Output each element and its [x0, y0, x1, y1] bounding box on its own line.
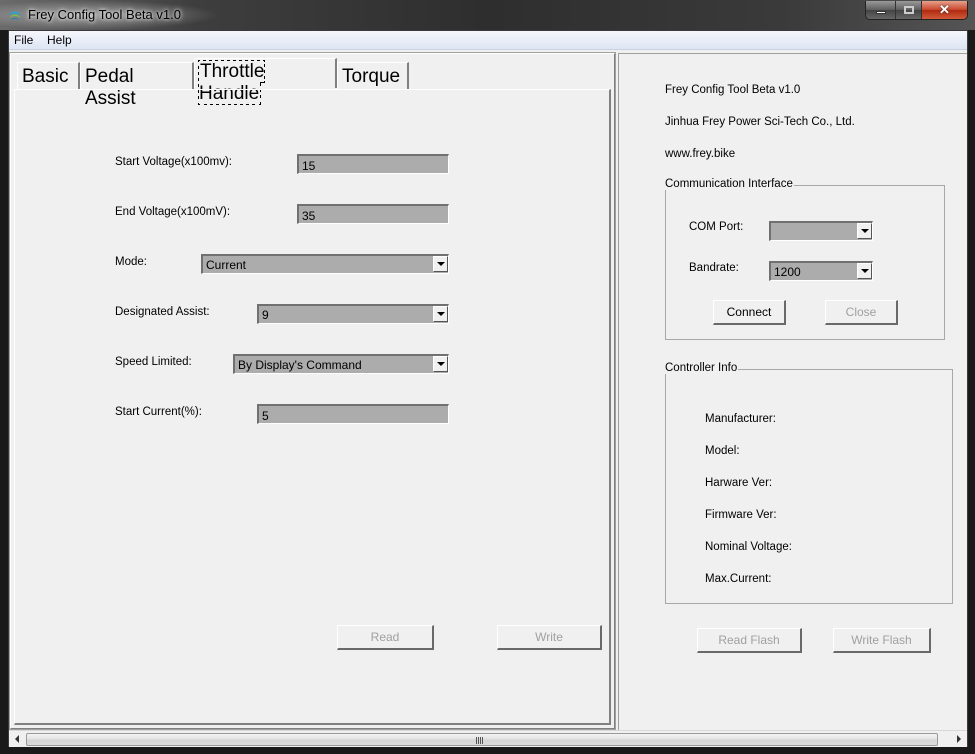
menu-file[interactable]: File — [14, 33, 33, 47]
tab-torque[interactable]: Torque — [337, 62, 409, 90]
com-port-dropdown-button[interactable] — [857, 223, 872, 239]
close-connection-button[interactable]: Close — [825, 300, 898, 325]
baudrate-select[interactable]: 1200 — [769, 261, 873, 281]
chevron-down-icon — [860, 269, 869, 273]
title-bar[interactable]: Frey Config Tool Beta v1.0 ✕ — [0, 0, 975, 30]
controller-info-title: Controller Info — [665, 362, 739, 374]
baudrate-label: Bandrate: — [689, 262, 739, 274]
window-controls: ✕ — [865, 1, 968, 20]
write-button[interactable]: Write — [497, 625, 602, 650]
right-panel: Frey Config Tool Beta v1.0 Jinhua Frey P… — [618, 53, 967, 731]
speed-limited-dropdown-button[interactable] — [433, 356, 448, 372]
menu-bar: File Help — [9, 31, 967, 50]
chevron-down-icon — [860, 229, 869, 233]
end-voltage-label: End Voltage(x100mV): — [115, 206, 231, 218]
model-label: Model: — [705, 445, 740, 457]
tab-pedal-assist[interactable]: Pedal Assist — [80, 62, 194, 109]
mode-dropdown-button[interactable] — [433, 256, 448, 272]
window-client: File Help Basic Pedal Assist Throttle Ha… — [8, 30, 968, 747]
mode-value: Current — [206, 258, 247, 272]
nominal-voltage-label: Nominal Voltage: — [705, 541, 792, 553]
menu-help[interactable]: Help — [47, 33, 72, 47]
horizontal-scrollbar[interactable] — [9, 730, 967, 747]
com-port-label: COM Port: — [689, 221, 744, 233]
mode-select[interactable]: Current — [201, 254, 449, 274]
close-icon: ✕ — [939, 2, 950, 17]
app-name-text: Frey Config Tool Beta v1.0 — [665, 84, 801, 96]
tab-throttle-handle[interactable]: Throttle Handle — [194, 58, 337, 105]
grip-icon — [476, 737, 483, 744]
maximize-button[interactable] — [895, 1, 921, 19]
app-logo-icon — [8, 11, 22, 20]
designated-assist-label: Designated Assist: — [115, 306, 210, 318]
designated-assist-select[interactable]: 9 — [257, 304, 449, 324]
start-current-input[interactable]: 5 — [257, 404, 449, 424]
throttle-handle-page: Start Voltage(x100mv): 15 End Voltage(x1… — [14, 89, 611, 725]
start-voltage-input[interactable]: 15 — [297, 154, 449, 174]
left-panel: Basic Pedal Assist Throttle Handle Torqu… — [9, 52, 616, 730]
chevron-down-icon — [436, 262, 445, 266]
read-flash-button[interactable]: Read Flash — [697, 628, 802, 653]
scroll-right-arrow-icon[interactable] — [957, 735, 961, 743]
hardware-ver-label: Harware Ver: — [705, 477, 773, 489]
speed-limited-value: By Display's Command — [238, 358, 362, 372]
connect-button[interactable]: Connect — [713, 300, 786, 325]
tab-basic[interactable]: Basic — [17, 62, 80, 90]
designated-assist-value: 9 — [262, 308, 269, 322]
maximize-icon — [903, 6, 914, 14]
speed-limited-label: Speed Limited: — [115, 356, 192, 368]
manufacturer-label: Manufacturer: — [705, 413, 776, 425]
communication-interface-group: Communication Interface COM Port: Bandra… — [665, 178, 945, 340]
scroll-left-arrow-icon[interactable] — [15, 735, 19, 743]
scrollbar-thumb[interactable] — [26, 733, 938, 746]
chevron-down-icon — [436, 312, 445, 316]
minimize-icon — [875, 11, 886, 14]
communication-interface-title: Communication Interface — [665, 178, 794, 190]
website-text: www.frey.bike — [665, 148, 736, 160]
window-title: Frey Config Tool Beta v1.0 — [28, 7, 181, 22]
minimize-button[interactable] — [866, 1, 895, 19]
baudrate-dropdown-button[interactable] — [857, 263, 872, 279]
start-current-label: Start Current(%): — [115, 406, 202, 418]
speed-limited-select[interactable]: By Display's Command — [233, 354, 449, 374]
max-current-label: Max.Current: — [705, 573, 772, 585]
controller-info-group: Controller Info Manufacturer: Model: Har… — [665, 362, 953, 604]
tab-basic-label: Basic — [22, 66, 69, 87]
start-voltage-label: Start Voltage(x100mv): — [115, 156, 232, 168]
end-voltage-input[interactable]: 35 — [297, 204, 449, 224]
firmware-ver-label: Firmware Ver: — [705, 509, 777, 521]
designated-assist-dropdown-button[interactable] — [433, 306, 448, 322]
com-port-select[interactable] — [769, 221, 873, 241]
read-button[interactable]: Read — [337, 625, 434, 650]
mode-label: Mode: — [115, 256, 147, 268]
chevron-down-icon — [436, 362, 445, 366]
write-flash-button[interactable]: Write Flash — [833, 628, 931, 653]
tab-torque-label: Torque — [342, 66, 401, 87]
baudrate-value: 1200 — [774, 265, 801, 279]
close-button[interactable]: ✕ — [921, 1, 967, 19]
company-text: Jinhua Frey Power Sci-Tech Co., Ltd. — [665, 116, 855, 128]
